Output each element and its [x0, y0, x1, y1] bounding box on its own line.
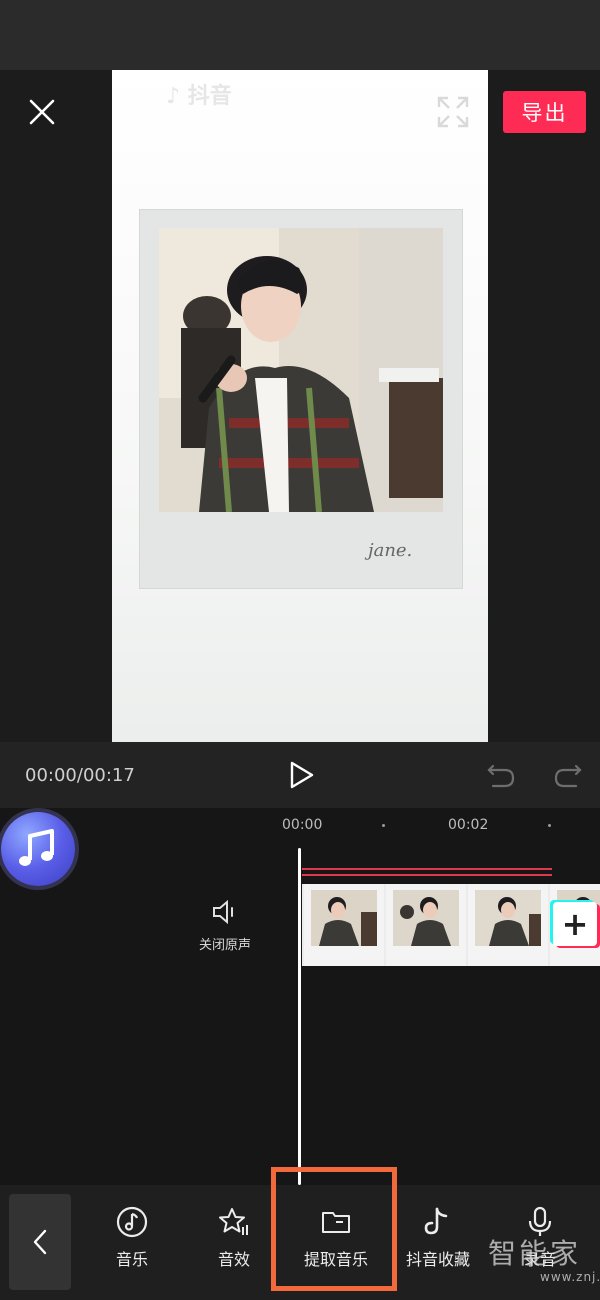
redo-button[interactable]	[552, 760, 584, 790]
close-icon	[29, 99, 55, 125]
fullscreen-button[interactable]	[437, 96, 469, 128]
ruler-tick	[382, 824, 385, 827]
video-preview-canvas[interactable]: ♪ 抖音 jane.	[112, 70, 488, 742]
status-bar	[0, 0, 600, 70]
time-display: 00:00/00:17	[25, 765, 135, 786]
audio-track-lines	[302, 868, 552, 876]
tool-tiktok-favorites[interactable]: 抖音收藏	[393, 1205, 483, 1285]
sound-effect-star-icon	[219, 1208, 248, 1235]
playhead[interactable]	[298, 848, 301, 1185]
plus-icon: +	[561, 905, 589, 943]
watermark-url: www.znj.com	[540, 1270, 600, 1284]
ruler-time-label: 00:02	[448, 817, 489, 833]
ruler-tick	[548, 824, 551, 827]
undo-button[interactable]	[485, 760, 517, 790]
mute-label: 关闭原声	[198, 938, 251, 953]
tool-label: 音效	[217, 1250, 250, 1269]
undo-icon	[487, 764, 515, 788]
tool-music[interactable]: 音乐	[87, 1205, 177, 1285]
highlight-box	[271, 1167, 397, 1291]
singer-photo	[159, 228, 443, 512]
play-button[interactable]	[284, 758, 318, 792]
music-note-icon	[19, 829, 54, 866]
tiktok-watermark: ♪ 抖音	[166, 84, 232, 109]
clip-thumbnail	[304, 884, 384, 966]
site-watermark: 智能家 www.znj.com	[488, 1232, 600, 1284]
polaroid-frame: jane.	[140, 210, 462, 588]
photo-signature: jane.	[368, 540, 413, 561]
clip-thumbnail	[386, 884, 466, 966]
play-icon	[290, 761, 314, 789]
add-clip-button[interactable]: +	[553, 902, 597, 946]
tool-label: 音乐	[115, 1250, 148, 1269]
export-button[interactable]: 导出	[503, 91, 586, 133]
watermark-title: 智能家	[488, 1237, 582, 1270]
redo-icon	[554, 764, 582, 788]
back-button[interactable]	[9, 1194, 71, 1290]
music-note-icon	[116, 1206, 148, 1238]
clip-thumbnail	[468, 884, 548, 966]
speaker-icon	[213, 899, 233, 925]
close-button[interactable]	[22, 92, 62, 132]
chevron-left-icon	[33, 1229, 47, 1255]
mute-original-audio-button[interactable]: 关闭原声	[190, 898, 260, 968]
fullscreen-icon	[437, 96, 469, 128]
floating-music-button[interactable]	[1, 812, 75, 886]
tool-label: 抖音收藏	[405, 1250, 470, 1269]
tool-sound-effects[interactable]: 音效	[189, 1205, 279, 1285]
ruler-time-label: 00:00	[282, 817, 323, 833]
tiktok-icon	[424, 1207, 448, 1235]
